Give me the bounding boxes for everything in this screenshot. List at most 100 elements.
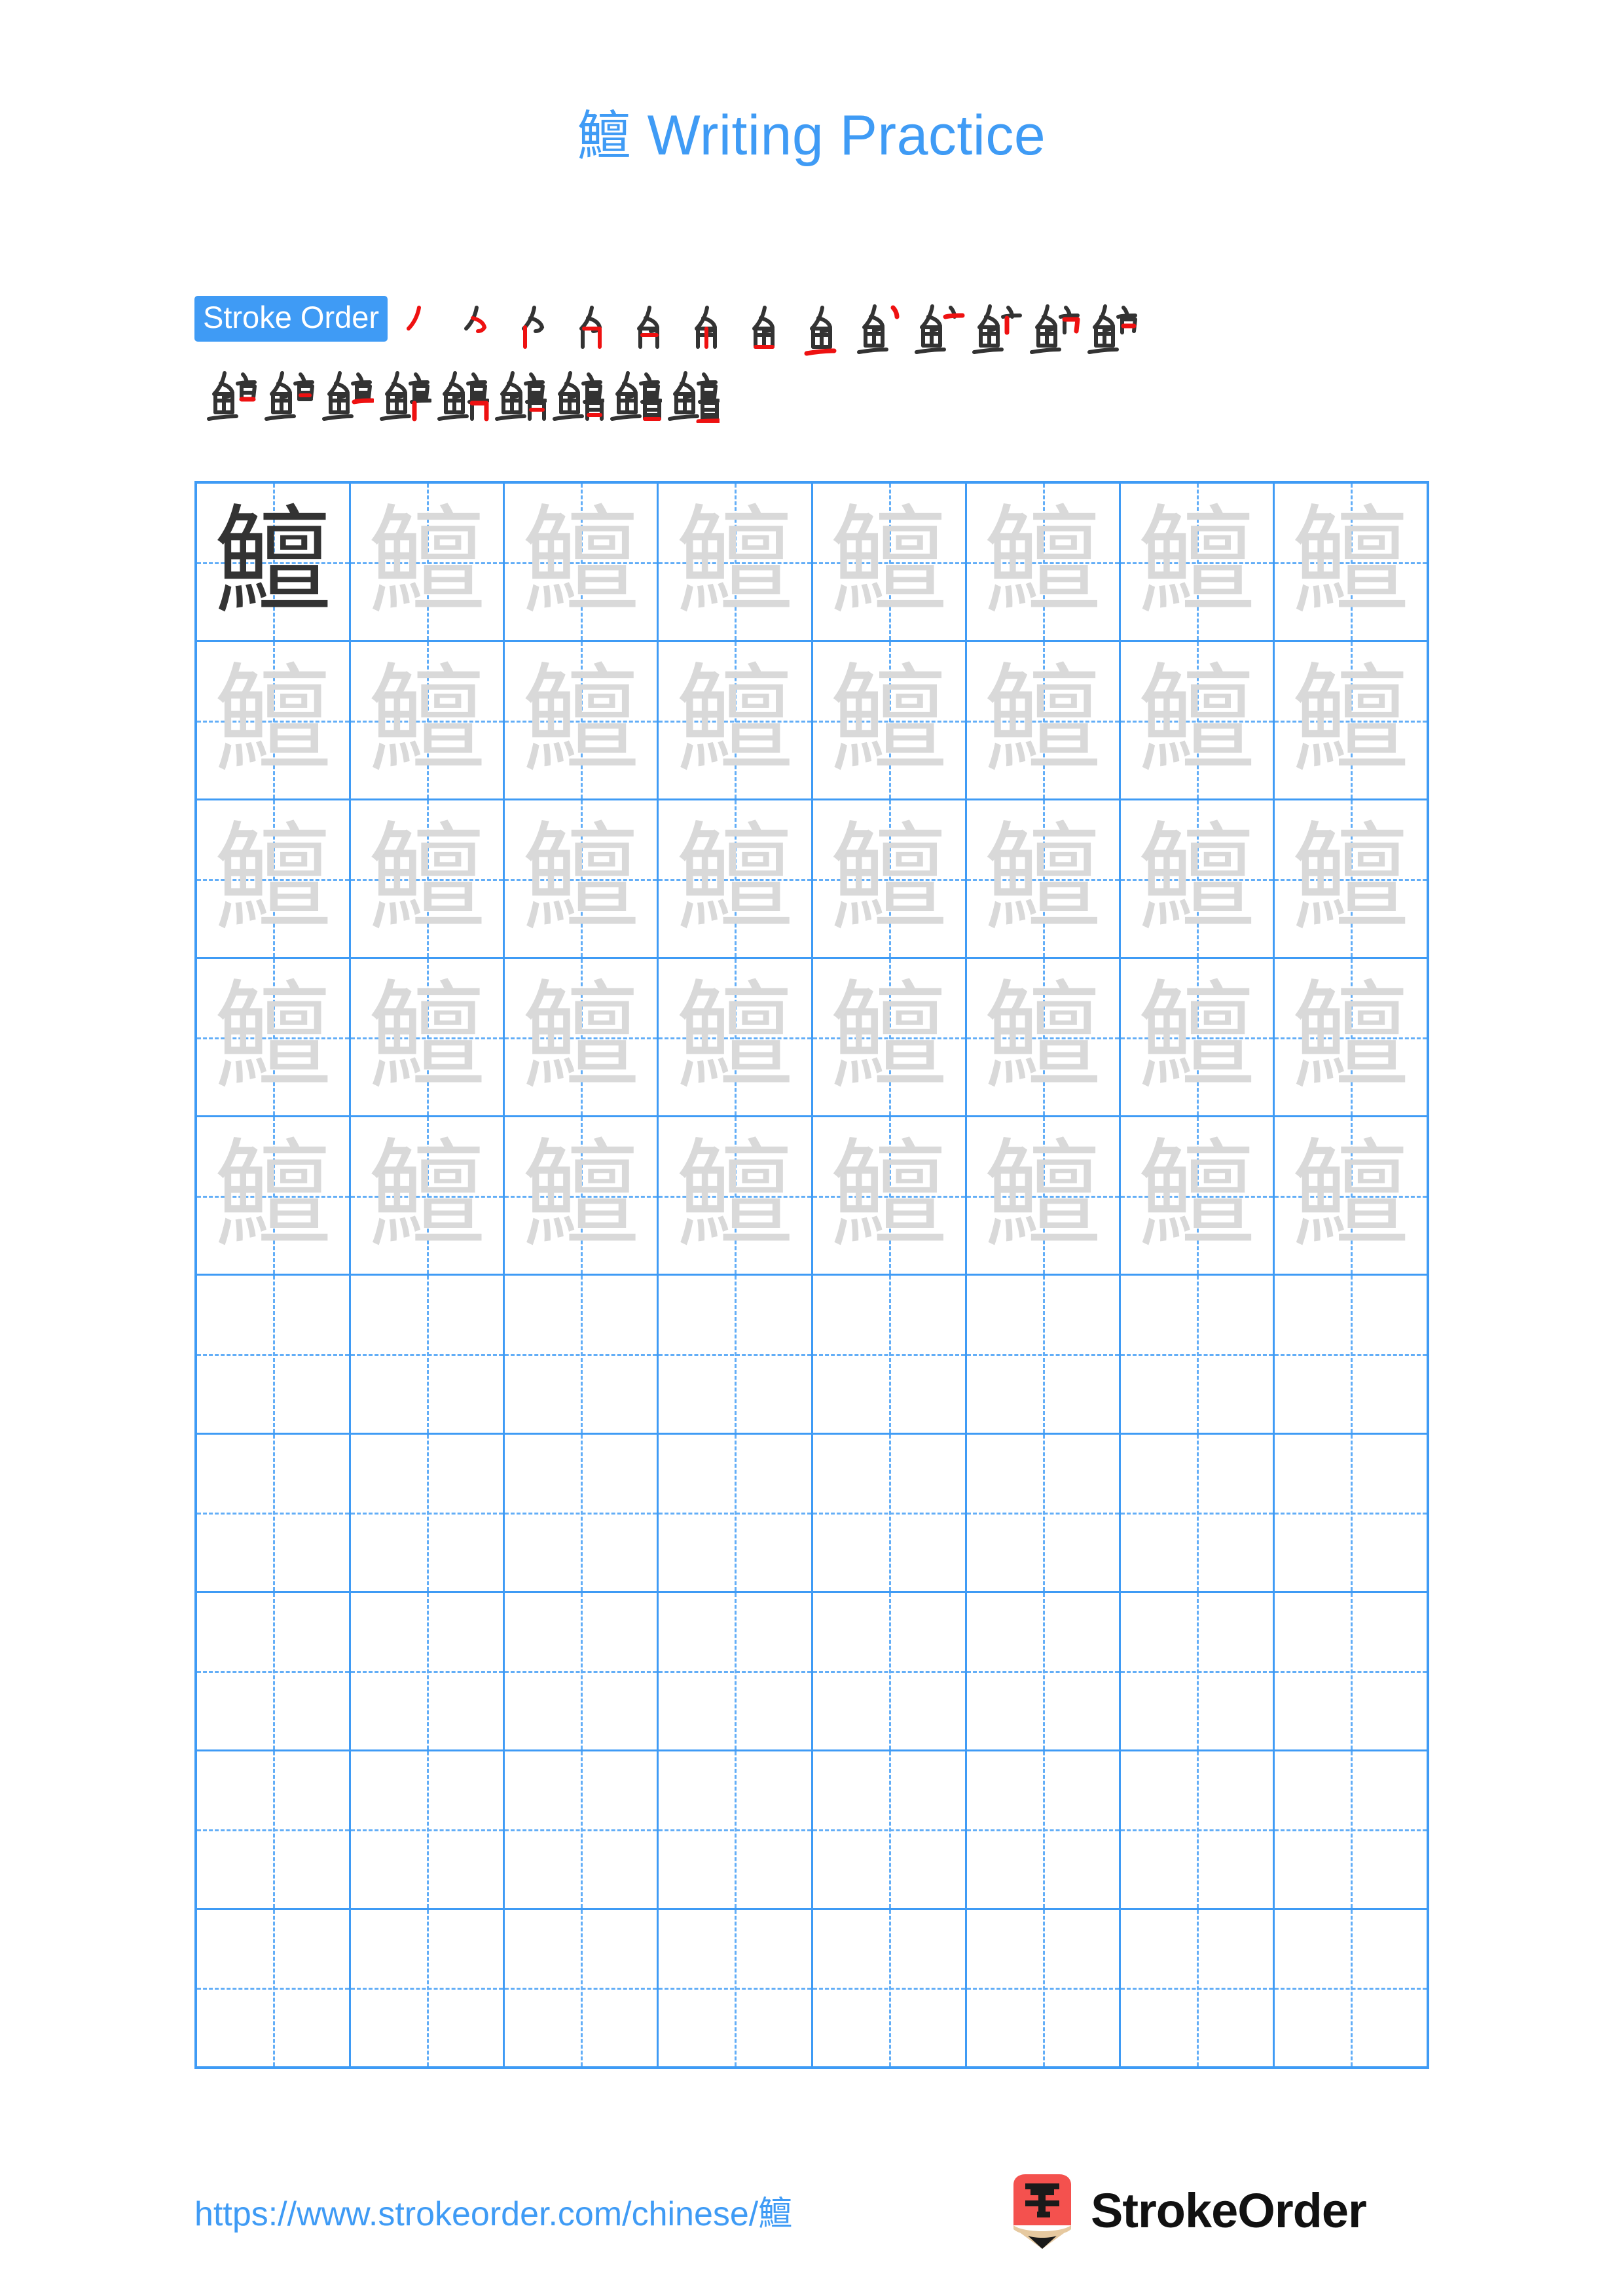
grid-cell[interactable]: 鱣 <box>812 1117 967 1274</box>
grid-cell[interactable]: 鱣 <box>197 800 352 958</box>
grid-cell[interactable] <box>351 1276 505 1433</box>
brand-logo-group[interactable]: StrokeOrder <box>1008 2173 1367 2249</box>
grid-cell[interactable]: 鱣 <box>351 484 505 641</box>
grid-cell[interactable]: 鱣 <box>1274 1117 1427 1274</box>
grid-cell[interactable]: 鱣 <box>1120 800 1275 958</box>
grid-cell[interactable] <box>966 1751 1121 1908</box>
stroke-step-13 <box>1082 296 1139 356</box>
practice-character: 鱣 <box>676 1126 794 1264</box>
grid-cell[interactable] <box>1274 1909 1427 2066</box>
grid-cell[interactable] <box>659 1434 813 1591</box>
grid-cell[interactable] <box>966 1592 1121 1749</box>
grid-row: 鱣 鱣 鱣 鱣 鱣 鱣 鱣 鱣 <box>197 800 1427 960</box>
grid-cell[interactable] <box>351 1909 505 2066</box>
grid-cell[interactable]: 鱣 <box>812 800 967 958</box>
stroke-step-3 <box>505 296 563 356</box>
grid-cell[interactable]: 鱣 <box>966 484 1121 641</box>
grid-cell[interactable]: 鱣 <box>197 484 352 641</box>
practice-character <box>813 1593 965 1749</box>
source-url-link[interactable]: https://www.strokeorder.com/chinese/鱣 <box>194 2194 792 2234</box>
grid-cell[interactable] <box>659 1909 813 2066</box>
grid-cell[interactable] <box>812 1751 967 1908</box>
grid-cell[interactable] <box>812 1592 967 1749</box>
grid-cell[interactable]: 鱣 <box>351 642 505 799</box>
grid-cell[interactable] <box>812 1276 967 1433</box>
grid-cell[interactable]: 鱣 <box>1274 642 1427 799</box>
grid-cell[interactable] <box>197 1751 352 1908</box>
grid-cell[interactable]: 鱣 <box>659 800 813 958</box>
grid-cell[interactable]: 鱣 <box>505 484 659 641</box>
grid-cell[interactable] <box>351 1592 505 1749</box>
grid-cell[interactable]: 鱣 <box>505 959 659 1116</box>
grid-cell[interactable]: 鱣 <box>351 800 505 958</box>
grid-cell[interactable] <box>1120 1909 1275 2066</box>
grid-cell[interactable] <box>1120 1276 1275 1433</box>
grid-cell[interactable]: 鱣 <box>505 642 659 799</box>
grid-cell[interactable] <box>1274 1434 1427 1591</box>
grid-cell[interactable] <box>812 1434 967 1591</box>
grid-cell[interactable] <box>197 1592 352 1749</box>
grid-cell[interactable] <box>659 1751 813 1908</box>
grid-cell[interactable]: 鱣 <box>659 642 813 799</box>
grid-cell[interactable]: 鱣 <box>966 642 1121 799</box>
grid-cell[interactable] <box>1120 1751 1275 1908</box>
stroke-step-4 <box>563 296 621 356</box>
grid-cell[interactable] <box>1120 1434 1275 1591</box>
grid-cell[interactable]: 鱣 <box>505 800 659 958</box>
grid-cell[interactable]: 鱣 <box>1120 642 1275 799</box>
grid-cell[interactable] <box>966 1434 1121 1591</box>
grid-cell[interactable]: 鱣 <box>197 642 352 799</box>
grid-cell[interactable]: 鱣 <box>1274 800 1427 958</box>
stroke-step-14 <box>201 363 259 423</box>
grid-cell[interactable]: 鱣 <box>1274 959 1427 1116</box>
grid-cell[interactable] <box>351 1434 505 1591</box>
grid-cell[interactable]: 鱣 <box>351 1117 505 1274</box>
grid-cell[interactable]: 鱣 <box>1120 484 1275 641</box>
grid-cell[interactable]: 鱣 <box>505 1117 659 1274</box>
stroke-step-8 <box>793 296 851 356</box>
grid-cell[interactable]: 鱣 <box>197 959 352 1116</box>
grid-cell[interactable] <box>659 1276 813 1433</box>
grid-cell[interactable] <box>505 1434 659 1591</box>
grid-cell[interactable]: 鱣 <box>659 959 813 1116</box>
grid-cell[interactable] <box>1274 1751 1427 1908</box>
practice-character <box>967 1910 1119 2066</box>
grid-cell[interactable] <box>505 1276 659 1433</box>
stroke-step-7 <box>736 296 793 356</box>
grid-cell[interactable] <box>966 1909 1121 2066</box>
grid-cell[interactable] <box>505 1909 659 2066</box>
grid-cell[interactable] <box>505 1751 659 1908</box>
grid-cell[interactable]: 鱣 <box>1120 959 1275 1116</box>
grid-cell[interactable] <box>1274 1276 1427 1433</box>
grid-cell[interactable]: 鱣 <box>1120 1117 1275 1274</box>
grid-cell[interactable] <box>505 1592 659 1749</box>
grid-cell[interactable] <box>1120 1592 1275 1749</box>
grid-cell[interactable] <box>812 1909 967 2066</box>
practice-character <box>659 1435 811 1591</box>
grid-cell[interactable] <box>1274 1592 1427 1749</box>
grid-cell[interactable]: 鱣 <box>966 1117 1121 1274</box>
grid-cell[interactable]: 鱣 <box>812 484 967 641</box>
practice-character: 鱣 <box>676 968 794 1105</box>
grid-cell[interactable] <box>197 1909 352 2066</box>
grid-cell[interactable] <box>197 1434 352 1591</box>
grid-cell[interactable]: 鱣 <box>966 800 1121 958</box>
grid-cell[interactable] <box>351 1751 505 1908</box>
grid-cell[interactable]: 鱣 <box>812 642 967 799</box>
grid-cell[interactable]: 鱣 <box>351 959 505 1116</box>
grid-row: 鱣 鱣 鱣 鱣 鱣 鱣 鱣 鱣 <box>197 1117 1427 1276</box>
grid-row <box>197 1909 1427 2066</box>
page-title: 鱣 Writing Practice <box>0 105 1623 167</box>
grid-cell[interactable]: 鱣 <box>812 959 967 1116</box>
grid-cell[interactable]: 鱣 <box>659 484 813 641</box>
grid-cell[interactable] <box>966 1276 1121 1433</box>
practice-character <box>659 1751 811 1908</box>
grid-cell[interactable]: 鱣 <box>966 959 1121 1116</box>
grid-cell[interactable]: 鱣 <box>197 1117 352 1274</box>
grid-cell[interactable]: 鱣 <box>659 1117 813 1274</box>
brand-name-label: StrokeOrder <box>1091 2183 1367 2238</box>
grid-cell[interactable]: 鱣 <box>1274 484 1427 641</box>
grid-cell[interactable] <box>197 1276 352 1433</box>
grid-cell[interactable] <box>659 1592 813 1749</box>
practice-character <box>1275 1276 1427 1432</box>
